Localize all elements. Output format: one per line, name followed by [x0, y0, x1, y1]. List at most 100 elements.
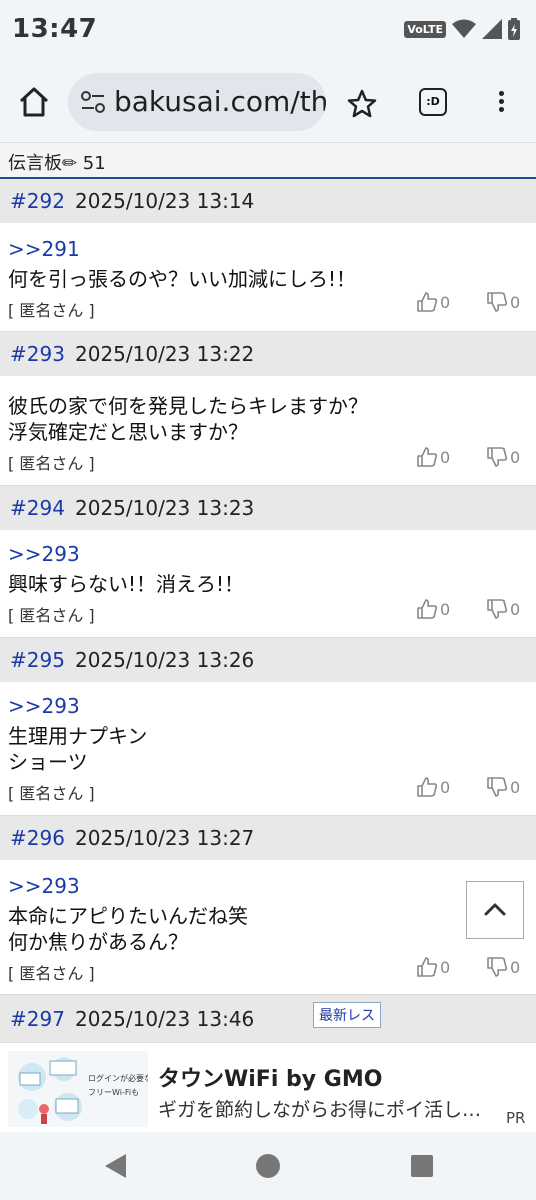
browser-toolbar: bakusai.com/th :D [0, 64, 536, 142]
post-message-line: 何を引っ張るのや？いい加減にしろ!！ [8, 267, 357, 291]
post-message-line: 生理用ナプキン [8, 724, 148, 748]
status-bar: 13:47 VoLTE [0, 0, 536, 64]
dislike-button[interactable]: 0 [486, 776, 520, 798]
post-author: [ 匿名さん ] [8, 454, 95, 473]
post-header: #294 2025/10/23 13:23 [0, 486, 536, 530]
scroll-to-top-button[interactable] [466, 881, 524, 939]
post-header: #297 2025/10/23 13:46 最新レス [0, 995, 536, 1042]
thumbs-down-icon [487, 957, 508, 977]
post-body: >>293 本命にアピりたいんだね笑 何か焦りがあるん？ [ 匿名さん ] 0 … [0, 860, 536, 995]
dislike-button[interactable]: 0 [486, 291, 520, 313]
thumbs-down-icon [487, 292, 508, 312]
post-number[interactable]: #293 [10, 342, 65, 366]
like-count: 0 [440, 447, 451, 467]
dislike-count: 0 [510, 599, 521, 619]
ad-image-text: フリーWi-Fiも [88, 1088, 139, 1097]
more-vert-icon[interactable] [494, 88, 508, 120]
ad-subtitle[interactable]: ギガを節約しながらお得にポイ活し… [158, 1095, 508, 1122]
back-icon[interactable] [102, 1152, 128, 1180]
like-count: 0 [440, 292, 451, 312]
ad-title[interactable]: タウンWiFi by GMO [158, 1061, 382, 1093]
post-message-line: ショーツ [8, 750, 88, 774]
post-header: #293 2025/10/23 13:22 [0, 332, 536, 376]
star-icon[interactable] [346, 88, 378, 120]
url-text[interactable]: bakusai.com/th [114, 85, 326, 118]
like-button[interactable]: 0 [416, 291, 450, 313]
thumbs-up-icon [417, 599, 438, 619]
post-number[interactable]: #297 [10, 1007, 65, 1031]
like-button[interactable]: 0 [416, 598, 450, 620]
signal-icon [482, 19, 502, 39]
post-body: >>291 何を引っ張るのや？いい加減にしろ!！ [ 匿名さん ] 0 0 [0, 223, 536, 332]
thumbs-down-icon [487, 777, 508, 797]
dislike-count: 0 [510, 957, 521, 977]
volte-icon: VoLTE [404, 20, 446, 38]
reply-link[interactable]: >>293 [8, 874, 80, 898]
post-body: >>293 興味すらない!！消えろ!！ [ 匿名さん ] 0 0 [0, 530, 536, 638]
recents-icon[interactable] [411, 1155, 433, 1177]
ad-image-text: ログインが必要な [88, 1073, 148, 1083]
reply-link[interactable]: >>293 [8, 542, 80, 566]
post-number[interactable]: #292 [10, 189, 65, 213]
thumbs-up-icon [417, 447, 438, 467]
post-date: 2025/10/23 13:27 [75, 826, 255, 850]
dislike-count: 0 [510, 777, 521, 797]
ad-banner[interactable]: ログインが必要な フリーWi-Fiも タウンWiFi by GMO ギガを節約し… [0, 1042, 536, 1133]
wifi-icon [452, 19, 476, 38]
dislike-button[interactable]: 0 [486, 446, 520, 468]
home-circle-icon[interactable] [255, 1153, 281, 1179]
board-title[interactable]: 伝言板✏ 51 [8, 149, 106, 175]
latest-reply-badge[interactable]: 最新レス [313, 1002, 381, 1028]
thumbs-up-icon [417, 292, 438, 312]
dislike-count: 0 [510, 447, 521, 467]
chevron-up-icon [484, 903, 506, 916]
post-header: #292 2025/10/23 13:14 [0, 179, 536, 223]
post-author: [ 匿名さん ] [8, 784, 95, 803]
ad-image[interactable]: ログインが必要な フリーWi-Fiも [8, 1051, 152, 1127]
status-time: 13:47 [12, 14, 98, 44]
like-count: 0 [440, 599, 451, 619]
post-date: 2025/10/23 13:23 [75, 496, 255, 520]
post-author: [ 匿名さん ] [8, 301, 95, 320]
home-icon[interactable] [16, 84, 52, 120]
tune-icon[interactable] [80, 90, 106, 114]
thumbs-down-icon [487, 599, 508, 619]
address-bar[interactable]: bakusai.com/th [68, 73, 326, 131]
like-button[interactable]: 0 [416, 776, 450, 798]
post-message-line: 彼氏の家で何を発見したらキレますか？ [8, 394, 368, 418]
post-author: [ 匿名さん ] [8, 606, 95, 625]
reply-link[interactable]: >>293 [8, 694, 80, 718]
system-nav-bar [0, 1132, 536, 1200]
post-date: 2025/10/23 13:46 [75, 1007, 255, 1031]
post-body: >>293 生理用ナプキン ショーツ [ 匿名さん ] 0 0 [0, 682, 536, 816]
post-message-line: 興味すらない!！消えろ!！ [8, 572, 245, 596]
like-count: 0 [440, 777, 451, 797]
post-message-line: 本命にアピりたいんだね笑 [8, 904, 248, 928]
post-message-line: 浮気確定だと思いますか？ [8, 420, 248, 444]
board-header: 伝言板✏ 51 [0, 142, 536, 180]
post-message-line: 何か焦りがあるん？ [8, 930, 188, 954]
battery-icon [508, 18, 520, 40]
post-number[interactable]: #294 [10, 496, 65, 520]
post-date: 2025/10/23 13:22 [75, 342, 255, 366]
post-body: 彼氏の家で何を発見したらキレますか？ 浮気確定だと思いますか？ [ 匿名さん ]… [0, 376, 536, 486]
post-number[interactable]: #295 [10, 648, 65, 672]
dislike-button[interactable]: 0 [486, 598, 520, 620]
ad-illustration: ログインが必要な フリーWi-Fiも [18, 1057, 152, 1124]
post-header: #296 2025/10/23 13:27 [0, 816, 536, 860]
dislike-button[interactable]: 0 [486, 956, 520, 978]
like-count: 0 [440, 957, 451, 977]
post-date: 2025/10/23 13:14 [75, 189, 255, 213]
post-number[interactable]: #296 [10, 826, 65, 850]
reply-link[interactable]: >>291 [8, 237, 80, 261]
like-button[interactable]: 0 [416, 446, 450, 468]
status-icons: VoLTE [404, 18, 520, 40]
dislike-count: 0 [510, 292, 521, 312]
ad-pr-label: PR [506, 1109, 526, 1127]
thumbs-up-icon [417, 777, 438, 797]
tab-switcher-icon[interactable]: :D [419, 88, 447, 116]
like-button[interactable]: 0 [416, 956, 450, 978]
thumbs-up-icon [417, 957, 438, 977]
post-author: [ 匿名さん ] [8, 964, 95, 983]
thumbs-down-icon [487, 447, 508, 467]
